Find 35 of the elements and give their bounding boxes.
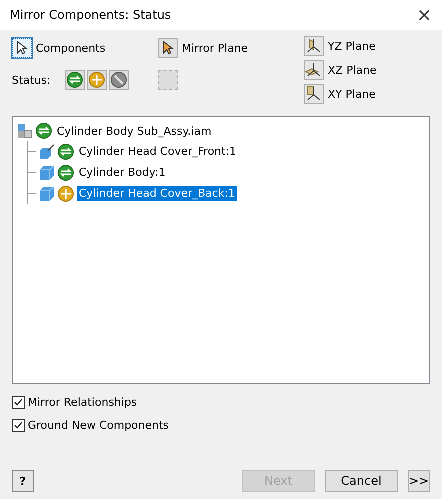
checkbox-label[interactable]: Mirror Relationships <box>28 396 138 409</box>
status-icon <box>58 186 74 202</box>
picker-label: Mirror Plane <box>182 42 248 54</box>
window-title: Mirror Components: Status <box>10 8 172 22</box>
status-label: Status: <box>12 74 51 86</box>
status-icon <box>58 144 74 160</box>
status-icon <box>58 164 74 180</box>
cube-icon <box>39 186 55 202</box>
status-icon <box>66 72 83 88</box>
plane-label: XZ Plane <box>328 64 377 76</box>
tree-item[interactable]: Cylinder Body:1 <box>77 165 168 180</box>
dialog-button[interactable]: Cancel <box>325 470 398 492</box>
status-icon <box>88 72 105 88</box>
status-icon <box>110 72 127 88</box>
checkbox[interactable] <box>12 396 25 409</box>
plane-axes-icon[interactable] <box>304 36 324 56</box>
help-button[interactable]: ? <box>12 470 34 492</box>
plane-axes-icon[interactable] <box>304 60 324 80</box>
select-arrow-button[interactable] <box>12 38 32 58</box>
close-button[interactable]: × <box>416 4 432 26</box>
tree-item[interactable]: Cylinder Head Cover_Front:1 <box>77 144 239 159</box>
status-icon <box>36 123 52 139</box>
select-arrow-button[interactable] <box>158 38 178 58</box>
dialog-button[interactable]: >> <box>408 470 430 492</box>
plane-axes-icon[interactable] <box>304 84 324 104</box>
tree-item[interactable]: Cylinder Head Cover_Back:1 <box>77 186 238 201</box>
checkbox-label[interactable]: Ground New Components <box>28 419 170 432</box>
tree-item[interactable]: Cylinder Body Sub_Assy.iam <box>55 124 214 138</box>
checkbox[interactable] <box>12 419 25 432</box>
plane-label: YZ Plane <box>328 40 376 52</box>
assembly-icon <box>17 123 33 139</box>
plane-label: XY Plane <box>328 88 376 100</box>
picker-label: Components <box>36 42 106 54</box>
pinned-cube-icon <box>39 144 55 160</box>
cube-icon <box>39 164 55 180</box>
